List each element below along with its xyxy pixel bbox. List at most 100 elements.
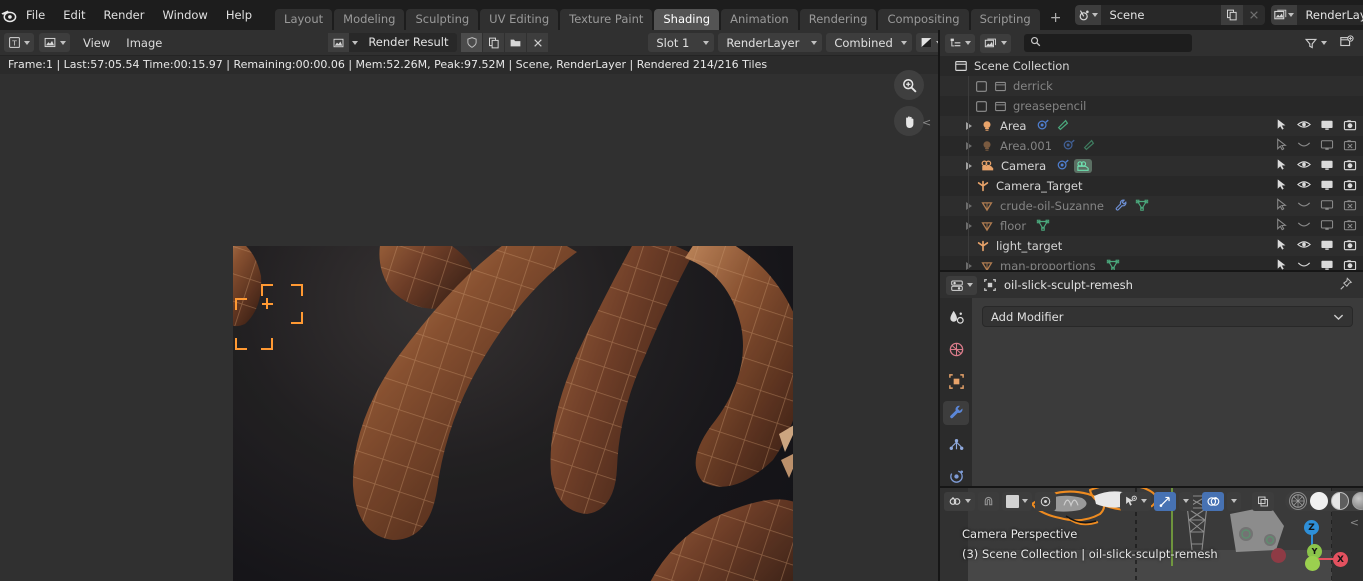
eye-open-icon[interactable]	[1297, 239, 1311, 253]
breadcrumb-object-name[interactable]: oil-slick-sculpt-remesh	[1004, 278, 1133, 292]
expand-triangle-icon[interactable]	[962, 262, 976, 270]
workspace-tab-uv-editing[interactable]: UV Editing	[480, 9, 559, 30]
light-data-icon[interactable]	[1036, 118, 1050, 135]
select-toggle-icon[interactable]	[1276, 158, 1288, 174]
outliner-row-crude-oil-suzanne[interactable]: crude-oil-Suzanne	[940, 196, 1363, 216]
editor-type-selector[interactable]: T	[4, 33, 34, 52]
pin-icon[interactable]	[1339, 276, 1353, 294]
render-slot-dropdown[interactable]: Slot 1	[648, 33, 715, 52]
outliner-row-scene-collection[interactable]: Scene Collection	[940, 56, 1363, 76]
divider-outliner-properties[interactable]	[940, 270, 1363, 272]
camera-render-off-icon[interactable]	[1343, 199, 1357, 214]
wireframe-icon[interactable]	[1289, 492, 1307, 510]
scene-icon[interactable]	[1075, 5, 1102, 25]
snap-element-dropdown[interactable]	[1002, 491, 1032, 511]
camera-render-icon[interactable]	[1343, 159, 1357, 174]
image-editor-menu-image[interactable]: Image	[118, 30, 170, 56]
modifier-icon[interactable]	[1114, 198, 1128, 215]
properties-tab-tool[interactable]	[943, 306, 969, 330]
object-mode-icon[interactable]	[944, 491, 975, 511]
monitor-icon[interactable]	[1320, 179, 1334, 194]
camera-render-icon[interactable]	[1343, 119, 1357, 134]
outliner-row-floor[interactable]: floor	[940, 216, 1363, 236]
collection-checkbox[interactable]	[976, 80, 987, 92]
zoom-in-icon[interactable]	[894, 70, 924, 100]
properties-tab-render[interactable]	[943, 338, 969, 362]
expand-triangle-icon[interactable]	[962, 142, 976, 150]
hand-pan-icon[interactable]	[894, 106, 924, 136]
monitor-icon[interactable]	[1320, 199, 1334, 214]
properties-tab-object[interactable]	[943, 369, 969, 393]
eye-open-icon[interactable]	[1297, 119, 1311, 133]
search-input[interactable]	[1024, 34, 1192, 52]
filter-icon[interactable]	[1300, 34, 1331, 53]
gizmo-dropdown[interactable]	[1179, 491, 1193, 511]
camera-render-icon[interactable]	[1343, 179, 1357, 194]
scene-unlink-x-icon[interactable]	[1243, 5, 1266, 25]
workspace-tab-compositing[interactable]: Compositing	[878, 9, 969, 30]
gizmo-icon[interactable]	[1154, 491, 1176, 511]
constraint-icon[interactable]	[1056, 118, 1070, 135]
select-toggle-icon[interactable]	[1276, 218, 1288, 234]
expand-triangle-icon[interactable]	[962, 202, 976, 210]
material-preview-icon[interactable]	[1331, 492, 1349, 510]
gizmo-axis-x[interactable]: X	[1333, 552, 1348, 567]
camera-render-off-icon[interactable]	[1343, 139, 1357, 154]
image-canvas[interactable]: Frame:1 | Last:57:05.54 Time:00:15.97 | …	[0, 56, 938, 581]
rendered-icon[interactable]	[1352, 492, 1363, 510]
image-editor-menu-view[interactable]: View	[75, 30, 118, 56]
properties-editor-type-selector[interactable]	[946, 275, 977, 295]
folder-icon[interactable]	[505, 33, 527, 52]
pivot-icon[interactable]	[1035, 491, 1056, 511]
outliner-display-mode-selector[interactable]	[980, 33, 1011, 53]
gizmo-axis-x-negative[interactable]	[1271, 548, 1286, 563]
gizmo-axis-y-negative[interactable]	[1305, 556, 1320, 571]
render-result-image[interactable]	[233, 246, 793, 581]
select-toggle-icon[interactable]	[1276, 198, 1288, 214]
render-pass-dropdown[interactable]: Combined	[826, 33, 912, 52]
mesh-data-icon[interactable]	[1135, 198, 1149, 215]
constraint-icon[interactable]	[1082, 138, 1096, 155]
select-toggle-icon[interactable]	[1276, 238, 1288, 254]
monitor-icon[interactable]	[1320, 239, 1334, 254]
navigation-gizmo[interactable]: Z X Y	[1271, 518, 1348, 574]
properties-tab-modifier[interactable]	[943, 401, 969, 425]
workspace-tab-animation[interactable]: Animation	[721, 9, 798, 30]
workspace-tab-shading[interactable]: Shading	[654, 9, 720, 30]
workspace-tab-sculpting[interactable]: Sculpting	[406, 9, 479, 30]
object-types-visibility-icon[interactable]	[1120, 491, 1151, 511]
scene-datablock[interactable]: Scene	[1075, 5, 1266, 25]
expand-triangle-icon[interactable]	[962, 162, 976, 170]
outliner-row-area-001[interactable]: Area.001	[940, 136, 1363, 156]
image-icon[interactable]	[328, 33, 350, 52]
mesh-data-icon[interactable]	[1036, 218, 1050, 235]
outliner-row-camera-target[interactable]: Camera_Target	[940, 176, 1363, 196]
monitor-icon[interactable]	[1320, 159, 1334, 174]
expand-triangle-icon[interactable]	[962, 122, 976, 130]
eye-closed-icon[interactable]	[1297, 139, 1311, 153]
eye-open-icon[interactable]	[1297, 159, 1311, 173]
new-collection-icon[interactable]	[1339, 34, 1354, 52]
menu-window[interactable]: Window	[153, 0, 216, 30]
expand-triangle-icon[interactable]	[962, 222, 976, 230]
workspace-tab-scripting[interactable]: Scripting	[970, 9, 1040, 30]
menu-render[interactable]: Render	[95, 0, 154, 30]
monitor-icon[interactable]	[1320, 119, 1334, 134]
new-copy-icon[interactable]	[483, 33, 505, 52]
collection-checkbox[interactable]	[976, 100, 987, 112]
xray-icon[interactable]	[1252, 491, 1274, 511]
outliner-row-derrick[interactable]: derrick	[940, 76, 1363, 96]
outliner-row-greasepencil[interactable]: greasepencil	[940, 96, 1363, 116]
viewport-sidebar-toggle[interactable]: <	[1350, 516, 1359, 529]
outliner-tree[interactable]: Scene Collection derrick greasepencil Ar…	[940, 56, 1363, 272]
render-layer-dropdown[interactable]: RenderLayer	[718, 33, 823, 52]
snap-magnet-icon[interactable]	[978, 491, 999, 511]
view-layer-datablock[interactable]: RenderLayer	[1271, 5, 1363, 25]
outliner-row-area[interactable]: Area	[940, 116, 1363, 136]
add-workspace-button[interactable]: +	[1042, 9, 1070, 30]
monitor-icon[interactable]	[1320, 139, 1334, 154]
new-copy-icon[interactable]	[1221, 5, 1244, 25]
outliner-row-light-target[interactable]: light_target	[940, 236, 1363, 256]
image-unlink-x-icon[interactable]	[527, 33, 549, 52]
camera-data-icon[interactable]	[1074, 159, 1093, 173]
